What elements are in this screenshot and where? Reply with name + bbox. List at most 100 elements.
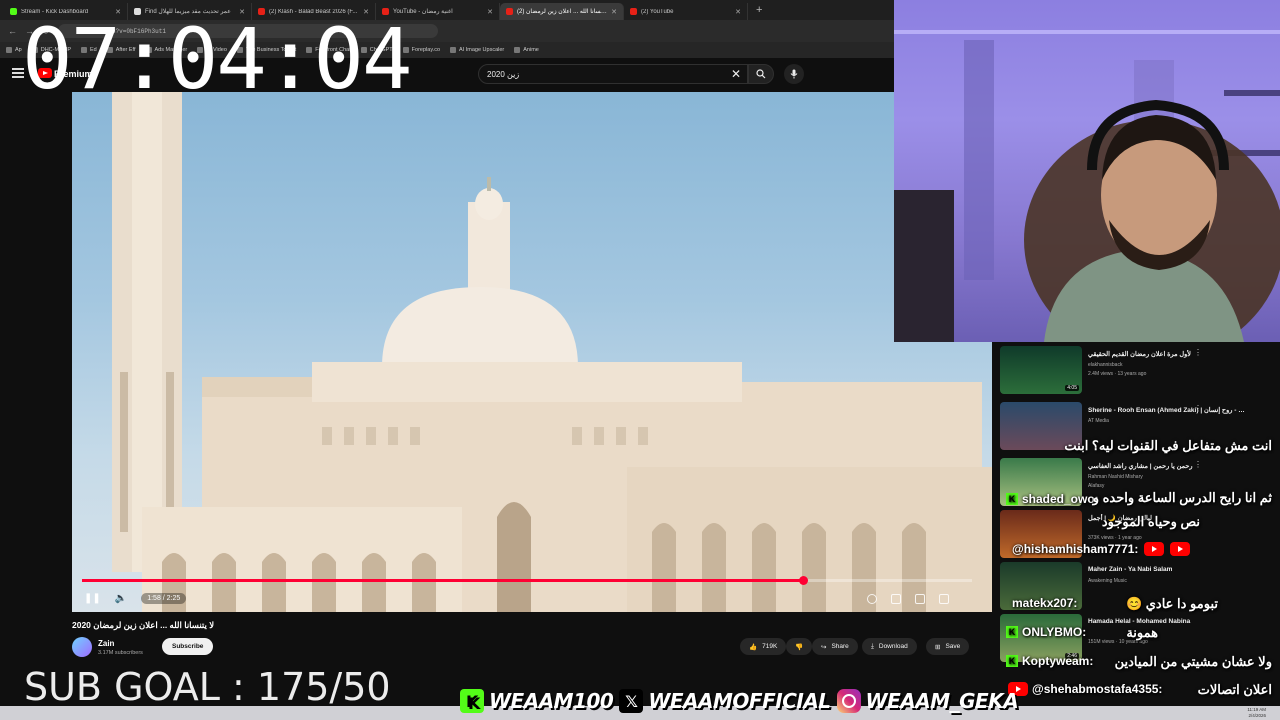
search-icon [756,69,766,79]
video-channel: elakhannisback [1088,362,1123,368]
like-button[interactable]: 👍 719K [740,638,787,655]
chat-username: matekx207: [1012,596,1077,610]
bookmark-icon [450,47,456,53]
kick-handle: K WEAAM100 [460,689,614,713]
subscriber-count: 3.17M subscribers [98,650,143,656]
thumbs-down-icon: 👎 [795,643,804,651]
chat-message: نص وحياه الموجود [1101,514,1200,529]
video-title: Maher Zain - Ya Nabi Salam [1088,566,1173,573]
mosque-video-frame [112,92,992,612]
download-button[interactable]: ⤓ Download [862,638,917,655]
subscribe-button[interactable]: Subscribe [162,638,214,655]
search-input[interactable]: زين 2020 ✕ [478,64,748,84]
microphone-icon [790,69,798,79]
bookmark[interactable]: Anime [514,47,539,53]
fullscreen-icon[interactable] [939,594,949,604]
channel-name[interactable]: Zain [98,639,114,648]
bookmark-label: AI Image Upscaler [459,47,505,53]
socials-banner: K WEAAM100 𝕏 WEAAMOFFICIAL WEAAM_GEKA [460,686,1019,716]
back-arrow-icon[interactable]: ← [8,26,17,36]
chat-username-text: Koptyweam: [1022,654,1094,668]
video-title: لأول مرة اعلان رمضان القديم الحقيقي [1088,351,1191,358]
close-icon[interactable]: ✕ [487,8,493,16]
kick-badge-icon: K [1006,493,1018,505]
video-player[interactable]: ❚❚ 🔈 1:58 / 2:25 [72,92,992,612]
stream-frame: Stream - Kick Dashboard ✕ Find عمر تحديث … [0,0,1280,720]
tab-label: (2) YouTube [641,8,674,15]
chat-username: K Koptyweam: [1006,654,1093,668]
browser-tab[interactable]: (2) YouTube ✕ [624,3,748,20]
progress-fill [82,579,803,582]
close-icon[interactable]: ✕ [731,67,741,81]
chat-username: @hishamhisham7771: [1012,542,1191,556]
instagram-handle: WEAAM_GEKA [836,689,1019,713]
video-title: رحمن يا رحمن | مشاري راشد العفاسي [1088,463,1193,470]
chat-username-text: matekx207: [1012,596,1078,610]
video-title: Hamada Helal - Mohamed Nabina [1088,618,1191,625]
volume-icon[interactable]: 🔈 [115,593,127,604]
more-options-icon[interactable]: ⋮ [1194,348,1202,357]
youtube-emote-icon [1144,542,1165,556]
streamer-camera-image [894,30,1280,342]
search-button[interactable] [748,64,774,84]
theater-icon[interactable] [915,594,925,604]
close-icon[interactable]: ✕ [735,8,741,16]
chat-username: Kshaded_owo: [1006,492,1099,506]
player-right-controls [867,594,949,604]
bookmark-icon [6,47,12,53]
miniplayer-icon[interactable] [891,594,901,604]
browser-tab-active[interactable]: (2) لا يتنسانا الله ... اعلان زين لرمضان… [500,3,624,20]
video-channel: Alafasy [1088,483,1105,489]
chat-username-text: @shehabmostafa4355: [1032,682,1163,696]
dislike-button[interactable]: 👎 [786,638,813,655]
kick-username: WEAAM100 [489,689,614,713]
bookmark[interactable]: Ap [6,47,22,53]
more-options-icon[interactable]: ⋮ [1194,460,1202,469]
bookmark[interactable]: AI Image Upscaler [450,47,504,53]
video-title: Sherine - Rooh Ensan (Ahmed Zaki) | شيري… [1088,407,1248,414]
video-meta: 2.4M views · 13 years ago [1088,371,1147,377]
system-clock: 11:19 AM 2/4/2026 [1247,707,1266,719]
share-icon: ↪ [821,643,827,651]
instagram-username: WEAAM_GEKA [865,689,1019,713]
chat-message: ولا عشان مشيتي من الميادين [1114,654,1272,669]
save-button[interactable]: ⊞ Save [926,638,970,655]
share-button[interactable]: ↪ Share [812,638,858,655]
progress-bar[interactable] [82,576,972,585]
chat-message: اعلان اتصالات [1197,682,1272,697]
webcam-feed [894,0,1280,342]
kick-icon [10,8,17,15]
thumbs-up-icon: 👍 [749,643,758,651]
video-thumbnail: 4:05 [1000,346,1082,394]
video-channel: Awakening Music [1088,578,1127,584]
save-label: Save [945,643,961,650]
chat-username: @shehabmostafa4355: [1006,682,1162,696]
voice-search-button[interactable] [784,64,804,84]
video-duration: 4:05 [1065,385,1079,391]
recommended-video[interactable]: 4:05 لأول مرة اعلان رمضان القديم الحقيقي… [1000,344,1278,396]
stream-timer: 07:04:04 [22,10,413,108]
youtube-emote-icon [1170,542,1191,556]
tab-label: (2) لا يتنسانا الله ... اعلان زين لرمضان [517,9,608,15]
new-tab-button[interactable]: + [756,4,762,16]
bookmark-label: Ap [15,47,22,53]
more-options-icon[interactable]: ⋮ [1194,404,1202,413]
bookmark-icon [514,47,521,53]
download-icon: ⤓ [871,642,874,650]
video-meta: Rahman Nashid Mishary [1088,474,1143,480]
like-count: 719K [762,643,778,650]
kick-logo-icon: K [460,689,484,713]
close-icon[interactable]: ✕ [611,8,617,16]
chat-message: انت مش متفاعل في القنوات ليه؟ ابنت [1064,438,1272,453]
search-query: زين 2020 [487,69,520,79]
youtube-icon [506,8,513,15]
recommendation-sidebar: 4:05 لأول مرة اعلان رمضان القديم الحقيقي… [992,342,1280,720]
bookmark-label: Foreplay.co [411,47,440,53]
settings-icon[interactable] [867,594,877,604]
chat-message: همونة [1126,625,1158,640]
channel-avatar[interactable] [72,637,92,657]
player-controls: ❚❚ 🔈 1:58 / 2:25 [72,584,992,612]
pause-icon[interactable]: ❚❚ [84,593,101,604]
x-username: WEAAMOFFICIAL [648,689,831,713]
chat-username-text: ONLYBMO: [1022,625,1087,639]
